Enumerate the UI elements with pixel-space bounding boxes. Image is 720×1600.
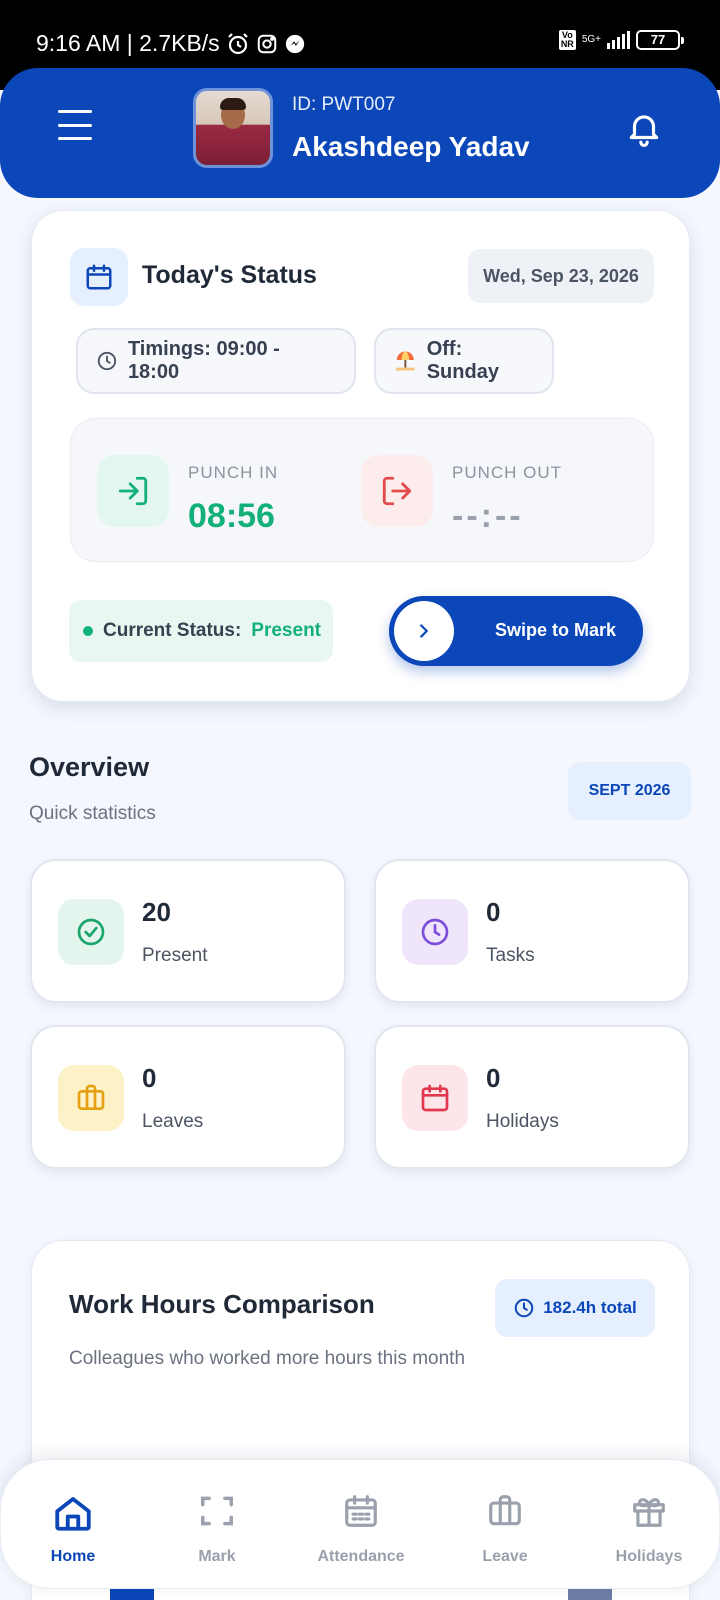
work-hours-subtitle: Colleagues who worked more hours this mo… bbox=[69, 1348, 466, 1369]
messenger-icon bbox=[285, 34, 304, 53]
stat-value: 0 bbox=[486, 897, 501, 927]
overview-title: Overview bbox=[29, 752, 150, 782]
stat-value: 0 bbox=[486, 1063, 501, 1093]
punch-out-icon bbox=[361, 455, 433, 527]
stat-value: 20 bbox=[142, 897, 171, 927]
today-status-title: Today's Status bbox=[142, 261, 317, 289]
stat-value: 0 bbox=[142, 1063, 157, 1093]
clock-icon bbox=[402, 899, 468, 965]
gift-icon bbox=[633, 1498, 665, 1527]
check-circle-icon bbox=[58, 899, 124, 965]
timings-text: Timings: 09:00 - 18:00 bbox=[127, 338, 280, 383]
briefcase-icon bbox=[58, 1065, 124, 1131]
punch-in-label: PUNCH IN bbox=[188, 463, 279, 482]
clock-icon bbox=[514, 1298, 534, 1318]
stat-label: Holidays bbox=[486, 1111, 559, 1132]
nav-home[interactable]: Home bbox=[1, 1460, 145, 1590]
punch-out-time: --:-- bbox=[452, 497, 524, 535]
briefcase-icon bbox=[489, 1495, 521, 1526]
total-hours-chip: 182.4h total bbox=[495, 1279, 655, 1337]
instagram-icon bbox=[257, 34, 276, 53]
month-chip[interactable]: SEPT 2026 bbox=[568, 762, 691, 820]
current-status-label: Current Status: bbox=[103, 620, 242, 641]
nav-label: Attendance bbox=[317, 1548, 405, 1565]
work-hours-title: Work Hours Comparison bbox=[69, 1289, 375, 1319]
nav-holidays[interactable]: Holidays bbox=[577, 1460, 720, 1590]
punch-out-label: PUNCH OUT bbox=[452, 463, 563, 482]
nav-label: Mark bbox=[198, 1548, 236, 1565]
stat-label: Present bbox=[142, 945, 208, 966]
bell-icon[interactable] bbox=[625, 108, 663, 148]
calendar-icon bbox=[345, 1495, 377, 1527]
nav-label: Holidays bbox=[615, 1548, 683, 1565]
stat-card-tasks[interactable]: 0 Tasks bbox=[374, 859, 690, 1003]
scan-icon bbox=[201, 1496, 233, 1526]
home-icon bbox=[55, 1497, 91, 1531]
current-status-badge: Current Status: Present bbox=[69, 600, 333, 662]
time-speed-text: 9:16 AM | 2.7KB/s bbox=[36, 30, 220, 56]
network-indicator: 5G+ bbox=[582, 35, 601, 45]
stat-label: Leaves bbox=[142, 1111, 204, 1132]
battery-icon: 77 bbox=[636, 30, 684, 50]
volte-icon: Vo NR bbox=[558, 30, 576, 50]
status-dot-icon bbox=[83, 626, 93, 636]
calendar-icon bbox=[402, 1065, 468, 1131]
stat-card-present[interactable]: 20 Present bbox=[30, 859, 346, 1003]
nav-attendance[interactable]: Attendance bbox=[289, 1460, 433, 1590]
swipe-label: Swipe to Mark bbox=[495, 620, 617, 640]
date-chip: Wed, Sep 23, 2026 bbox=[468, 249, 654, 303]
punch-in-time: 08:56 bbox=[188, 497, 275, 535]
punch-panel: PUNCH IN 08:56 PUNCH OUT --:-- bbox=[70, 418, 654, 562]
timings-pill: Timings: 09:00 - 18:00 bbox=[76, 328, 356, 394]
menu-icon[interactable] bbox=[58, 110, 92, 140]
swipe-handle[interactable] bbox=[394, 601, 454, 661]
bottom-navigation: Home Mark Attendance Leave Holidays bbox=[0, 1459, 720, 1589]
swipe-to-mark-slider[interactable]: Swipe to Mark bbox=[389, 596, 643, 666]
clock-icon bbox=[97, 351, 117, 371]
punch-in-icon bbox=[97, 455, 169, 527]
nav-label: Leave bbox=[482, 1548, 528, 1565]
battery-level: 77 bbox=[650, 32, 666, 47]
status-right: Vo NR 5G+ 77 bbox=[558, 30, 684, 50]
nav-label: Home bbox=[50, 1548, 96, 1565]
nav-leave[interactable]: Leave bbox=[433, 1460, 577, 1590]
network-type: 5G+ bbox=[581, 34, 601, 45]
stat-label: Tasks bbox=[486, 945, 535, 966]
current-status-value: Present bbox=[251, 620, 321, 641]
user-id: ID: PWT007 bbox=[292, 94, 396, 115]
today-status-card: Today's Status Wed, Sep 23, 2026 Timings… bbox=[31, 210, 690, 702]
chevron-right-icon bbox=[420, 624, 428, 638]
calendar-icon bbox=[70, 248, 128, 306]
stat-card-leaves[interactable]: 0 Leaves bbox=[30, 1025, 346, 1169]
off-day-pill: Off: Sunday bbox=[374, 328, 554, 394]
signal-icon bbox=[607, 31, 630, 49]
nav-mark[interactable]: Mark bbox=[145, 1460, 289, 1590]
beach-umbrella-icon bbox=[395, 351, 415, 371]
total-hours-text: 182.4h total bbox=[543, 1298, 637, 1317]
app-header: ID: PWT007 Akashdeep Yadav bbox=[0, 68, 720, 198]
stat-card-holidays[interactable]: 0 Holidays bbox=[374, 1025, 690, 1169]
avatar[interactable] bbox=[193, 88, 273, 168]
user-name: Akashdeep Yadav bbox=[292, 131, 530, 162]
off-day-text: Off: Sunday bbox=[426, 338, 499, 383]
alarm-icon bbox=[227, 32, 248, 54]
status-left: 9:16 AM | 2.7KB/s bbox=[36, 30, 306, 57]
overview-subtitle: Quick statistics bbox=[29, 803, 156, 824]
